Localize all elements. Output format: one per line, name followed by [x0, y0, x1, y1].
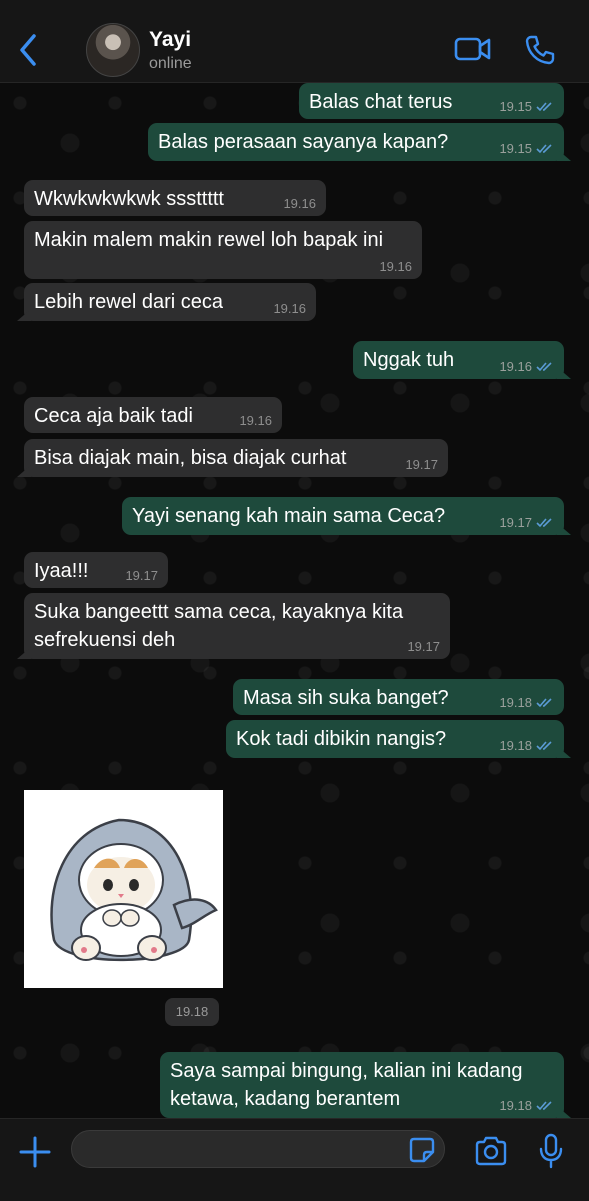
- message-text: Nggak tuh: [363, 349, 455, 371]
- message-time: 19.18: [499, 695, 532, 710]
- double-check-icon: [536, 362, 552, 372]
- camera-icon: [475, 1136, 507, 1166]
- video-call-button[interactable]: [454, 34, 492, 64]
- microphone-button[interactable]: [539, 1133, 563, 1169]
- double-check-icon: [536, 1101, 552, 1111]
- sticker-time: 19.18: [165, 998, 219, 1026]
- message-time: 19.16: [283, 196, 316, 211]
- message-time: 19.16: [379, 259, 412, 274]
- plus-icon: [19, 1136, 51, 1168]
- message-time: 19.17: [125, 568, 158, 583]
- message-text: Bisa diajak main, bisa diajak curhat: [34, 447, 347, 469]
- message-text: Yayi senang kah main sama Ceca?: [132, 505, 446, 527]
- message-meta: 19.16: [499, 360, 554, 374]
- message-bubble-outgoing[interactable]: Yayi senang kah main sama Ceca? 19.17: [122, 497, 564, 535]
- double-check-icon: [536, 102, 552, 112]
- video-camera-icon: [454, 37, 491, 61]
- contact-avatar[interactable]: [86, 23, 140, 77]
- double-check-icon: [536, 518, 552, 528]
- message-text-line-2: ketawa, kadang berantem: [170, 1088, 401, 1110]
- message-meta: 19.15: [499, 142, 554, 156]
- cat-in-shark-costume-sticker: [50, 818, 218, 962]
- chevron-left-icon: [20, 34, 36, 66]
- message-meta: 19.18: [499, 696, 554, 710]
- sticker-icon: [409, 1137, 435, 1163]
- message-text: Wkwkwkwkwk sssttttt: [34, 188, 224, 210]
- sticker-button[interactable]: [408, 1136, 436, 1164]
- contact-name[interactable]: Yayi: [149, 28, 191, 52]
- message-bubble-incoming[interactable]: Bisa diajak main, bisa diajak curhat 19.…: [24, 439, 448, 477]
- message-time: 19.17: [405, 457, 438, 472]
- message-meta: 19.18: [499, 739, 554, 753]
- message-text-line-1: Suka bangeettt sama ceca, kayaknya kita: [34, 601, 404, 623]
- sticker-message[interactable]: [24, 790, 223, 988]
- message-text: Balas chat terus: [309, 91, 453, 113]
- message-time: 19.15: [499, 99, 532, 114]
- message-time: 19.17: [499, 515, 532, 530]
- message-bubble-incoming[interactable]: Suka bangeettt sama ceca, kayaknya kita …: [24, 593, 450, 659]
- message-meta: 19.17: [499, 516, 554, 530]
- chat-header: Yayi online: [0, 0, 589, 83]
- message-time: 19.16: [239, 413, 272, 428]
- message-bubble-outgoing[interactable]: Balas perasaan sayanya kapan? 19.15: [148, 123, 564, 161]
- message-time: 19.16: [273, 301, 306, 316]
- message-bubble-incoming[interactable]: Lebih rewel dari ceca 19.16: [24, 283, 316, 321]
- chat-area[interactable]: Balas chat terus 19.15 Balas perasaan sa…: [0, 83, 589, 1118]
- message-text: Masa sih suka banget?: [243, 687, 449, 709]
- double-check-icon: [536, 144, 552, 154]
- double-check-icon: [536, 741, 552, 751]
- message-bubble-incoming[interactable]: Ceca aja baik tadi 19.16: [24, 397, 282, 433]
- message-text-line-1: Saya sampai bingung, kalian ini kadang: [170, 1060, 523, 1082]
- message-time: 19.15: [499, 141, 532, 156]
- message-bubble-incoming[interactable]: Wkwkwkwkwk sssttttt 19.16: [24, 180, 326, 216]
- attach-button[interactable]: [18, 1135, 52, 1169]
- message-bubble-incoming[interactable]: Makin malem makin rewel loh bapak ini 19…: [24, 221, 422, 279]
- message-bubble-outgoing[interactable]: Nggak tuh 19.16: [353, 341, 564, 379]
- message-time: 19.17: [407, 639, 440, 654]
- message-bubble-outgoing[interactable]: Balas chat terus 19.15: [299, 83, 564, 119]
- message-meta: 19.18: [499, 1099, 554, 1113]
- message-time: 19.18: [499, 1098, 532, 1113]
- message-text: Kok tadi dibikin nangis?: [236, 728, 447, 750]
- message-text: Makin malem makin rewel loh bapak ini: [34, 229, 384, 251]
- phone-icon: [525, 35, 555, 65]
- message-text: Iyaa!!!: [34, 560, 89, 582]
- contact-status: online: [149, 55, 192, 72]
- message-text: Ceca aja baik tadi: [34, 405, 193, 427]
- message-time: 19.16: [499, 359, 532, 374]
- message-meta: 19.15: [499, 100, 554, 114]
- message-input[interactable]: [71, 1130, 445, 1168]
- back-button[interactable]: [14, 32, 44, 68]
- message-text-line-2: sefrekuensi deh: [34, 629, 176, 651]
- message-bubble-incoming[interactable]: Iyaa!!! 19.17: [24, 552, 168, 588]
- message-bubble-outgoing[interactable]: Kok tadi dibikin nangis? 19.18: [226, 720, 564, 758]
- message-bubble-outgoing[interactable]: Masa sih suka banget? 19.18: [233, 679, 564, 715]
- message-text: Balas perasaan sayanya kapan?: [158, 131, 449, 153]
- double-check-icon: [536, 698, 552, 708]
- voice-call-button[interactable]: [524, 34, 556, 66]
- microphone-icon: [539, 1133, 563, 1169]
- camera-button[interactable]: [474, 1136, 508, 1166]
- message-bubble-outgoing[interactable]: Saya sampai bingung, kalian ini kadang k…: [160, 1052, 564, 1118]
- message-text: Lebih rewel dari ceca: [34, 291, 223, 313]
- message-time: 19.18: [499, 738, 532, 753]
- message-input-bar: [0, 1118, 589, 1201]
